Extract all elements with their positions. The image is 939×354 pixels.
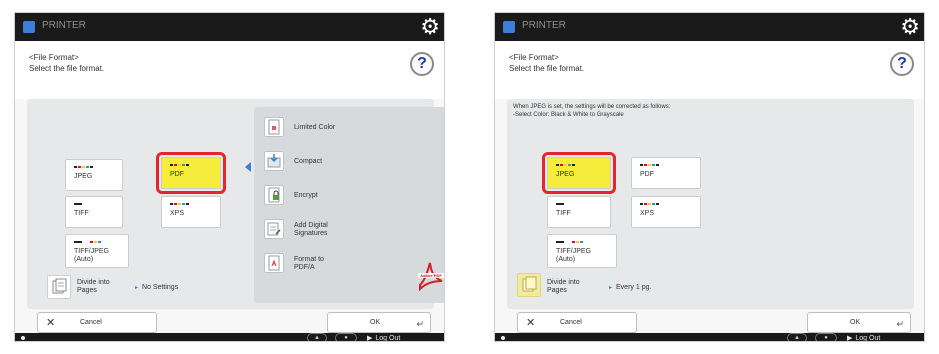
help-button[interactable]: ?	[410, 52, 434, 76]
color-dots-icon	[170, 203, 189, 206]
correction-notice: When JPEG is set, the settings will be c…	[513, 104, 671, 118]
format-label: PDF	[170, 171, 184, 178]
page-subtitle: Select the file format.	[29, 64, 105, 73]
limited-color-label: Limited Color	[294, 124, 336, 131]
energy-saver-icon[interactable]: ●	[335, 333, 357, 341]
digital-signature-icon[interactable]	[264, 219, 284, 239]
format-jpeg-button[interactable]: JPEG	[65, 159, 123, 191]
format-label: TIFF/JPEG (Auto)	[556, 248, 591, 263]
header: <File Format> Select the file format. ?	[495, 41, 924, 99]
options-pointer-icon	[245, 162, 251, 172]
format-label: JPEG	[556, 171, 575, 178]
color-dots-icon	[74, 166, 93, 169]
pdf-options-panel: Limited Color Compact Encrypt Add Digita…	[254, 107, 444, 303]
encrypt-label: Encrypt	[294, 192, 318, 199]
status-monitor-icon[interactable]: ▲	[787, 333, 807, 341]
close-icon: ✕	[46, 317, 56, 329]
footer-bar: ✕ Cancel OK ↵	[495, 309, 924, 333]
ok-label: OK	[850, 319, 861, 326]
page-title: <File Format>	[29, 53, 79, 62]
color-dots-icon	[556, 203, 564, 206]
header: <File Format> Select the file format. ?	[15, 41, 444, 99]
logout-label: Log Out	[375, 335, 401, 342]
status-indicator-icon	[21, 336, 25, 340]
app-logo-icon	[503, 21, 515, 33]
format-label: XPS	[640, 210, 655, 217]
format-tiff-jpeg-auto-button[interactable]: TIFF/JPEG (Auto)	[65, 234, 129, 268]
close-icon: ✕	[526, 317, 536, 329]
page-subtitle: Select the file format.	[509, 64, 585, 73]
format-xps-button[interactable]: XPS	[631, 196, 701, 228]
format-label: PDF	[640, 171, 654, 178]
settings-gear-icon[interactable]: ⚙	[900, 14, 920, 40]
divide-into-pages-label: Divide into Pages	[547, 279, 580, 294]
divide-setting-value: No Settings	[135, 284, 178, 291]
app-name: PRINTER	[42, 20, 86, 31]
page-title: <File Format>	[509, 53, 559, 62]
format-label: TIFF	[74, 210, 89, 217]
content-area: JPEG PDF TIFF XPS TIFF/JPEG (Auto) Divid…	[27, 99, 444, 309]
format-tiff-jpeg-auto-button[interactable]: TIFF/JPEG (Auto)	[547, 234, 617, 268]
compact-icon[interactable]	[264, 151, 284, 171]
color-dots-icon	[74, 203, 82, 206]
help-button[interactable]: ?	[890, 52, 914, 76]
status-monitor-icon[interactable]: ▲	[307, 333, 327, 341]
divide-setting-value: Every 1 pg.	[609, 284, 651, 291]
logout-button[interactable]: ▶ Log Out	[847, 334, 881, 342]
format-pdf-button[interactable]: PDF	[631, 157, 701, 189]
format-label: JPEG	[74, 173, 93, 180]
cancel-button[interactable]: ✕ Cancel	[37, 312, 157, 333]
cancel-label: Cancel	[560, 319, 582, 326]
app-name: PRINTER	[522, 20, 566, 31]
content-area: When JPEG is set, the settings will be c…	[507, 99, 914, 309]
svg-text:Adobe PDF: Adobe PDF	[420, 273, 442, 278]
right-screen: PRINTER ⚙ <File Format> Select the file …	[494, 12, 925, 342]
format-label: TIFF/JPEG (Auto)	[74, 248, 109, 263]
format-label: XPS	[170, 210, 185, 217]
energy-saver-icon[interactable]: ●	[815, 333, 837, 341]
format-pdf-button[interactable]: PDF	[156, 152, 226, 194]
logout-icon: ▶	[367, 335, 373, 342]
color-dots-icon	[74, 241, 101, 244]
ok-button[interactable]: OK ↵	[807, 312, 911, 333]
app-logo-icon	[23, 21, 35, 33]
color-dots-icon	[556, 164, 575, 167]
footer-bar: ✕ Cancel OK ↵	[15, 309, 444, 333]
pdfa-label: Format to PDF/A	[294, 256, 324, 271]
color-dots-icon	[640, 164, 659, 167]
logout-label: Log Out	[855, 335, 881, 342]
ok-button[interactable]: OK ↵	[327, 312, 431, 333]
adobe-pdf-logo-icon: Adobe PDF	[414, 259, 444, 293]
enter-icon: ↵	[896, 319, 904, 329]
divide-into-pages-icon[interactable]	[47, 275, 71, 299]
color-dots-icon	[170, 164, 189, 167]
enter-icon: ↵	[416, 319, 424, 329]
settings-gear-icon[interactable]: ⚙	[420, 14, 440, 40]
format-label: TIFF	[556, 210, 571, 217]
format-tiff-button[interactable]: TIFF	[547, 196, 611, 228]
cancel-label: Cancel	[80, 319, 102, 326]
ok-label: OK	[370, 319, 381, 326]
logout-button[interactable]: ▶ Log Out	[367, 334, 401, 342]
status-bar: ▲ ● ▶ Log Out	[495, 333, 924, 342]
limited-color-icon[interactable]	[264, 117, 284, 137]
format-xps-button[interactable]: XPS	[161, 196, 221, 228]
compact-label: Compact	[294, 158, 323, 165]
pdfa-icon[interactable]	[264, 253, 284, 273]
status-bar: ▲ ● ▶ Log Out	[15, 333, 444, 342]
encrypt-icon[interactable]	[264, 185, 284, 205]
divide-into-pages-label: Divide into Pages	[77, 279, 110, 294]
top-bar: PRINTER ⚙	[495, 13, 924, 41]
logout-icon: ▶	[847, 335, 853, 342]
top-bar: PRINTER ⚙	[15, 13, 444, 41]
color-dots-icon	[556, 241, 583, 244]
divide-into-pages-icon[interactable]	[517, 273, 541, 297]
left-screen: PRINTER ⚙ <File Format> Select the file …	[14, 12, 445, 342]
format-tiff-button[interactable]: TIFF	[65, 196, 123, 228]
digital-signature-label: Add Digital Signatures	[294, 222, 328, 237]
color-dots-icon	[640, 203, 659, 206]
cancel-button[interactable]: ✕ Cancel	[517, 312, 637, 333]
format-jpeg-button[interactable]: JPEG	[542, 152, 616, 194]
status-indicator-icon	[501, 336, 505, 340]
